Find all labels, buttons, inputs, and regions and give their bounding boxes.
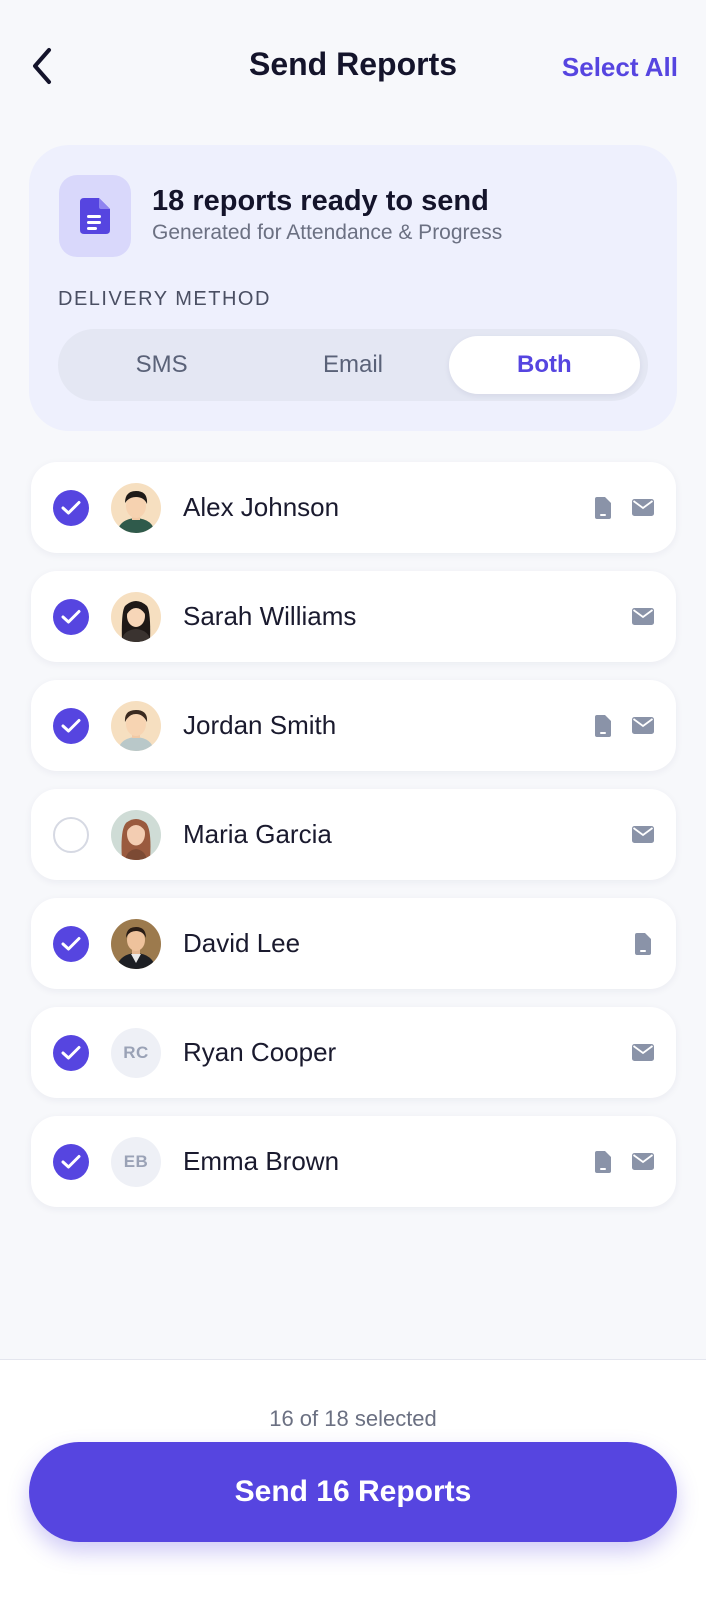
student-row[interactable]: EB Emma Brown — [31, 1116, 676, 1207]
student-row[interactable]: Alex Johnson — [31, 462, 676, 553]
student-name: Alex Johnson — [183, 492, 340, 522]
checkbox-unchecked[interactable] — [53, 816, 89, 853]
delivery-channels — [632, 824, 654, 846]
mail-icon — [632, 497, 654, 519]
check-icon — [61, 936, 81, 950]
avatar — [111, 700, 161, 751]
checkbox-checked[interactable] — [53, 489, 89, 526]
student-row[interactable]: RC Ryan Cooper — [31, 1007, 676, 1098]
delivery-channels — [592, 496, 654, 519]
check-icon — [61, 500, 81, 514]
avatar — [111, 591, 161, 642]
summary-subtitle: Generated for Attendance & Progress — [152, 221, 503, 244]
student-name: Sarah Williams — [183, 601, 357, 631]
summary-card: 18 reports ready to send Generated for A… — [29, 145, 677, 431]
delivery-option-both[interactable]: Both — [448, 336, 640, 394]
delivery-option-sms[interactable]: SMS — [66, 336, 257, 394]
delivery-channels — [632, 1042, 654, 1064]
checkbox-checked[interactable] — [53, 1143, 89, 1180]
send-reports-screen: Send Reports Select All 18 reports ready… — [0, 0, 706, 1600]
check-icon — [61, 718, 81, 732]
header: Send Reports Select All — [0, 0, 706, 130]
mail-icon — [632, 715, 654, 737]
delivery-channels — [592, 714, 654, 737]
selection-count: 16 of 18 selected — [269, 1406, 437, 1431]
avatar-initials: RC — [111, 1027, 161, 1078]
checkbox-checked[interactable] — [53, 707, 89, 744]
delivery-method-selector: SMS Email Both — [58, 329, 648, 401]
send-reports-button[interactable]: Send 16 Reports — [29, 1442, 677, 1542]
student-row[interactable]: Maria Garcia — [31, 789, 676, 880]
student-name: Maria Garcia — [183, 819, 332, 849]
checkbox-checked[interactable] — [53, 1034, 89, 1071]
student-name: Emma Brown — [183, 1146, 340, 1176]
mail-icon — [632, 824, 654, 846]
avatar — [111, 482, 161, 533]
delivery-channels — [592, 1150, 654, 1173]
student-name: Jordan Smith — [183, 710, 337, 740]
check-icon — [61, 1154, 81, 1168]
delivery-option-email[interactable]: Email — [257, 336, 448, 394]
mail-icon — [632, 1042, 654, 1064]
avatar — [111, 918, 161, 969]
phone-icon — [592, 496, 614, 519]
delivery-method-label: DELIVERY METHOD — [58, 288, 271, 310]
phone-icon — [592, 714, 614, 737]
document-icon — [59, 175, 131, 257]
select-all-button[interactable]: Select All — [562, 52, 678, 83]
mail-icon — [632, 606, 654, 628]
delivery-channels — [632, 932, 654, 955]
footer-bar: 16 of 18 selected Send 16 Reports — [0, 1359, 706, 1600]
student-name: David Lee — [183, 928, 301, 958]
phone-icon — [592, 1150, 614, 1173]
check-icon — [61, 1045, 81, 1059]
delivery-channels — [632, 606, 654, 628]
student-row[interactable]: Jordan Smith — [31, 680, 676, 771]
student-row[interactable]: David Lee — [31, 898, 676, 989]
avatar-initials: EB — [111, 1136, 161, 1187]
avatar — [111, 809, 161, 860]
checkbox-checked[interactable] — [53, 598, 89, 635]
phone-icon — [632, 932, 654, 955]
summary-title: 18 reports ready to send — [152, 185, 489, 217]
student-name: Ryan Cooper — [183, 1037, 337, 1067]
checkbox-checked[interactable] — [53, 925, 89, 962]
check-icon — [61, 609, 81, 623]
student-row[interactable]: Sarah Williams — [31, 571, 676, 662]
student-list: Alex Johnson Sarah Williams Jordan Smith… — [31, 462, 676, 1225]
mail-icon — [632, 1151, 654, 1173]
